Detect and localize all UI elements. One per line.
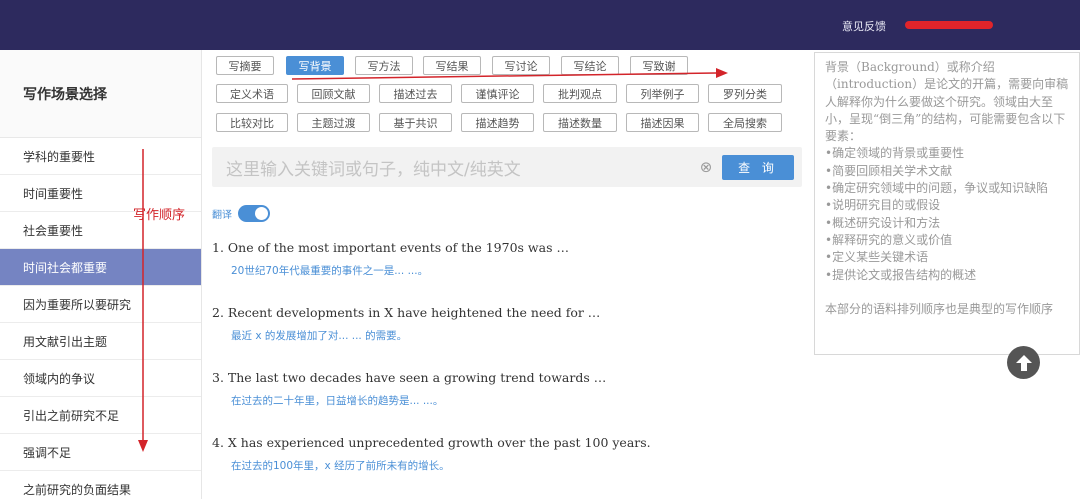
writing-order-arrowhead <box>138 440 148 452</box>
tag-flow-arrowhead <box>716 68 728 78</box>
writing-order-annotation: 写作顺序 <box>133 208 186 223</box>
annotation-overlay <box>138 68 728 452</box>
tag-flow-arrow <box>291 72 717 80</box>
app-window: 意见反馈 写作场景选择 学科的重要性 时间重要性 社会重要性 时间社会都重要 因… <box>0 0 1080 499</box>
